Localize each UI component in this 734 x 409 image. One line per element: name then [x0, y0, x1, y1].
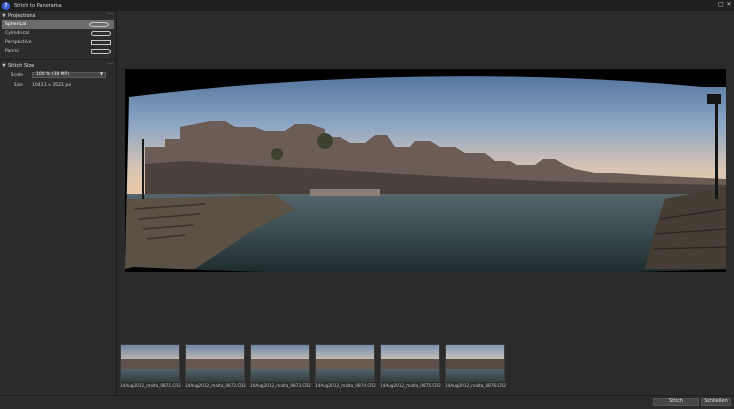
title-bar: ? Stitch to Panorama □ ✕	[0, 0, 734, 11]
stitch-panorama-window: ? Stitch to Panorama □ ✕ ▼ Projections ·…	[0, 0, 734, 409]
window-title: Stitch to Panorama	[14, 2, 62, 9]
projections-header[interactable]: ▼ Projections ···	[0, 11, 116, 20]
projection-label: Spherical	[5, 22, 27, 27]
projection-label: Cylindrical	[5, 31, 30, 36]
size-value: 10411 x 3521 px	[32, 82, 72, 88]
scale-dropdown[interactable]: 100 % (38 MP) ▼	[32, 72, 106, 78]
source-image-thumbnail[interactable]: 14Aug2012_malta_0876.CR2	[445, 344, 506, 390]
stitch-size-header[interactable]: ▼ Stitch Size ···	[0, 61, 116, 70]
projections-header-label: Projections	[8, 12, 36, 19]
dialog-button-bar: Stitch Schließen	[0, 395, 734, 409]
spherical-projection-icon	[89, 22, 109, 27]
projection-perspective[interactable]: Perspective	[0, 38, 116, 47]
thumbnail-filename: 14Aug2012_malta_0871.CR2	[120, 383, 181, 388]
projection-spherical[interactable]: Spherical	[2, 20, 114, 29]
thumbnail-filename: 14Aug2012_malta_0872.CR2	[185, 383, 246, 388]
source-image-thumbnail[interactable]: 14Aug2012_malta_0873.CR2	[250, 344, 311, 390]
panini-projection-icon	[91, 49, 111, 54]
thumbnail-image	[185, 344, 245, 382]
source-image-thumbnail[interactable]: 14Aug2012_malta_0875.CR2	[380, 344, 441, 390]
source-image-thumbnail[interactable]: 14Aug2012_malta_0874.CR2	[315, 344, 376, 390]
scale-label: Scale	[10, 72, 23, 78]
close-button[interactable]: Schließen	[701, 398, 731, 406]
maximize-icon[interactable]: □	[717, 1, 725, 9]
thumbnail-image	[380, 344, 440, 382]
more-options-icon[interactable]: ···	[107, 11, 113, 18]
close-icon[interactable]: ✕	[725, 1, 733, 9]
more-options-icon[interactable]: ···	[107, 61, 113, 68]
panorama-preview[interactable]	[125, 69, 726, 272]
stitch-button[interactable]: Stitch	[653, 398, 699, 406]
cylindrical-projection-icon	[91, 31, 111, 36]
perspective-projection-icon	[91, 40, 111, 45]
projection-label: Perspective	[5, 40, 32, 45]
settings-panel: ▼ Projections ··· Spherical Cylindrical …	[0, 11, 117, 395]
size-label: Size	[13, 82, 23, 88]
stitch-size-header-label: Stitch Size	[8, 62, 35, 69]
size-row: Size 10411 x 3521 px	[0, 80, 116, 90]
thumbnail-filename: 14Aug2012_malta_0873.CR2	[250, 383, 311, 388]
app-logo-icon: ?	[2, 1, 10, 10]
scale-value: 100 % (38 MP)	[36, 72, 69, 77]
thumbnail-image	[250, 344, 310, 382]
thumbnail-image	[445, 344, 505, 382]
panorama-image	[125, 69, 726, 272]
chevron-down-icon: ▼	[99, 71, 103, 76]
thumbnail-image	[315, 344, 375, 382]
source-image-thumbnail[interactable]: 14Aug2012_malta_0871.CR2	[120, 344, 181, 390]
projection-label: Panini	[5, 49, 19, 54]
preview-area	[118, 11, 734, 341]
thumbnail-filename: 14Aug2012_malta_0875.CR2	[380, 383, 441, 388]
thumbnail-filename: 14Aug2012_malta_0876.CR2	[445, 383, 506, 388]
scale-row: Scale 100 % (38 MP) ▼	[0, 70, 116, 80]
source-images-filmstrip: 14Aug2012_malta_0871.CR2 14Aug2012_malta…	[118, 341, 734, 395]
thumbnail-image	[120, 344, 180, 382]
projection-panini[interactable]: Panini	[0, 47, 116, 56]
projection-cylindrical[interactable]: Cylindrical	[0, 29, 116, 38]
thumbnail-filename: 14Aug2012_malta_0874.CR2	[315, 383, 376, 388]
section-divider	[0, 59, 116, 60]
source-image-thumbnail[interactable]: 14Aug2012_malta_0872.CR2	[185, 344, 246, 390]
